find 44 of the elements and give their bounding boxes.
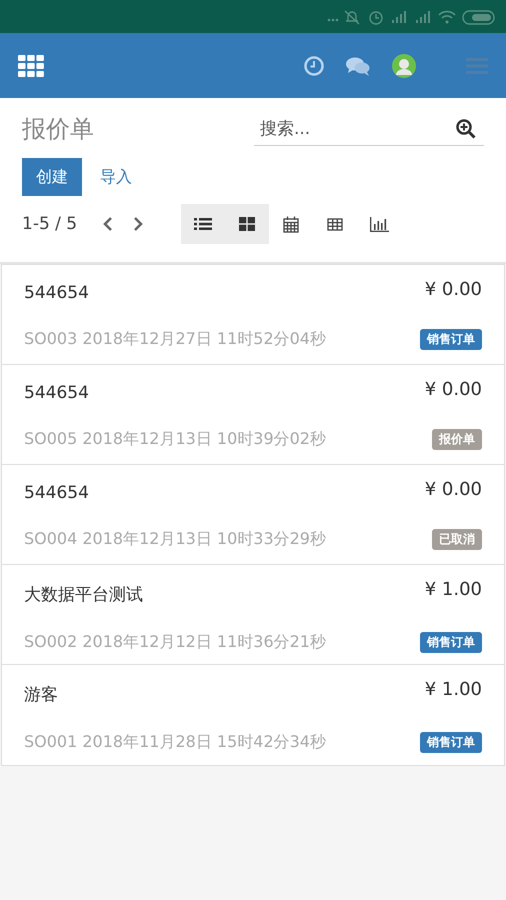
order-reference: SO003 2018年12月27日 11时52分04秒 <box>24 329 326 350</box>
customer-name: 544654 <box>24 483 89 503</box>
bar-chart-icon <box>370 216 389 232</box>
amount: ¥ 0.00 <box>424 479 482 500</box>
quotation-card[interactable]: 544654 ¥ 0.00 SO004 2018年12月13日 10时33分29秒 已取消 <box>2 465 504 565</box>
list-icon <box>194 217 212 231</box>
status-tag: 销售订单 <box>420 329 482 350</box>
quotation-card[interactable]: 544654 ¥ 0.00 SO003 2018年12月27日 11时52分04秒 销售订单 <box>2 265 504 365</box>
pager-count: 1-5 / 5 <box>22 214 78 234</box>
customer-name: 游客 <box>24 684 58 706</box>
status-tag: 销售订单 <box>420 732 482 753</box>
chat-icon[interactable] <box>346 56 370 76</box>
order-reference: SO004 2018年12月13日 10时33分29秒 <box>24 529 326 550</box>
import-link[interactable]: 导入 <box>86 158 146 196</box>
chevron-left-icon[interactable] <box>103 216 114 232</box>
table-icon <box>327 218 344 230</box>
search-icon <box>456 119 476 139</box>
quotation-card[interactable]: 大数据平台测试 ¥ 1.00 SO002 2018年12月12日 11时36分21秒 销售订单 <box>2 565 504 665</box>
quotation-card[interactable]: 游客 ¥ 1.00 SO001 2018年11月28日 15时42分34秒 销售订单 <box>2 665 504 765</box>
status-tag: 销售订单 <box>420 632 482 653</box>
status-tag: 已取消 <box>432 529 482 550</box>
quotation-card[interactable]: 544654 ¥ 0.00 SO005 2018年12月13日 10时39分02秒 报价单 <box>2 365 504 465</box>
create-button[interactable]: 创建 <box>22 158 82 196</box>
clock-icon[interactable] <box>304 56 324 76</box>
amount: ¥ 1.00 <box>424 679 482 700</box>
order-reference: SO005 2018年12月13日 10时39分02秒 <box>24 429 326 450</box>
customer-name: 大数据平台测试 <box>24 584 143 606</box>
view-switch-button[interactable] <box>181 204 226 244</box>
chevron-right-icon[interactable] <box>133 216 144 232</box>
search-field[interactable]: 搜索... <box>254 112 484 146</box>
view-switch-button[interactable] <box>225 204 270 244</box>
grid-icon <box>239 217 256 231</box>
status-tag: 报价单 <box>432 429 482 450</box>
calendar-icon <box>283 216 300 232</box>
apps-grid-icon[interactable] <box>18 54 44 76</box>
amount: ¥ 1.00 <box>424 579 482 600</box>
page-title: 报价单 <box>22 114 94 145</box>
customer-name: 544654 <box>24 283 89 303</box>
order-reference: SO001 2018年11月28日 15时42分34秒 <box>24 732 326 753</box>
amount: ¥ 0.00 <box>424 379 482 400</box>
amount: ¥ 0.00 <box>424 279 482 300</box>
customer-name: 544654 <box>24 383 89 403</box>
avatar-icon[interactable] <box>392 54 416 78</box>
order-reference: SO002 2018年12月12日 11时36分21秒 <box>24 632 326 653</box>
